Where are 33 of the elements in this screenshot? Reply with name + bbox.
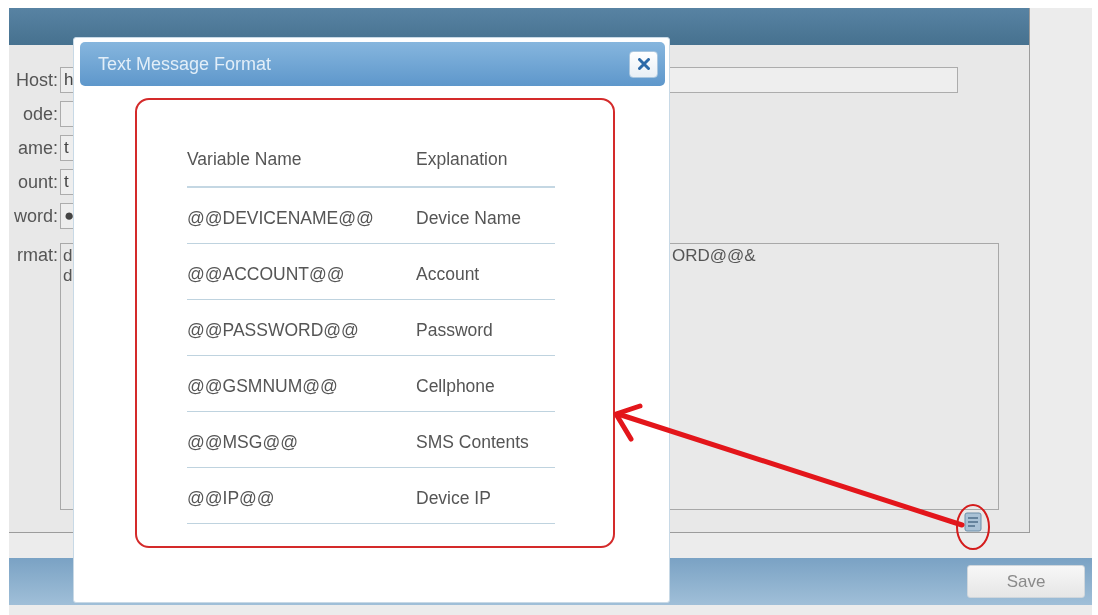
table-cell-text: @@GSMNUM@@ [187, 375, 339, 396]
input-field[interactable]: t [60, 169, 73, 195]
table-cell-text: @@ACCOUNT@@ [187, 263, 346, 284]
column-header: Explanation [416, 149, 509, 169]
table-cell-text: Password [416, 319, 494, 340]
table-cell-text: @@PASSWORD@@ [187, 319, 360, 340]
field-label: Host: [15, 69, 58, 92]
table-cell-text: Cellphone [416, 375, 496, 396]
input-field[interactable]: t [60, 135, 73, 161]
table-cell-text: Device IP [416, 487, 492, 508]
field-text: d [63, 246, 73, 266]
table-cell-text: Account [416, 263, 481, 284]
field-value: h [64, 70, 74, 89]
field-label: ode: [21, 103, 58, 126]
input-field[interactable]: ● [60, 203, 73, 229]
input-field[interactable] [60, 101, 73, 127]
field-label: ount: [16, 171, 58, 194]
column-header: Variable Name [187, 149, 303, 169]
table-cell-text: @@MSG@@ [187, 431, 299, 452]
table-cell-text: SMS Contents [416, 431, 530, 452]
field-label: rmat: [16, 244, 58, 267]
field-text: ORD@@& [672, 246, 756, 266]
field-text: d [63, 266, 73, 286]
table-cell-text: @@DEVICENAME@@ [187, 207, 375, 228]
table-cell-text: Device Name [416, 207, 523, 228]
field-label: ame: [16, 137, 58, 160]
table-cell-text: @@IP@@ [187, 487, 276, 508]
dialog-title: Text Message Format [98, 53, 272, 75]
close-button[interactable] [629, 50, 658, 78]
field-label: word: [13, 205, 58, 228]
annotation-circle [956, 504, 990, 550]
close-icon [637, 58, 650, 70]
page-icon[interactable] [964, 512, 982, 532]
